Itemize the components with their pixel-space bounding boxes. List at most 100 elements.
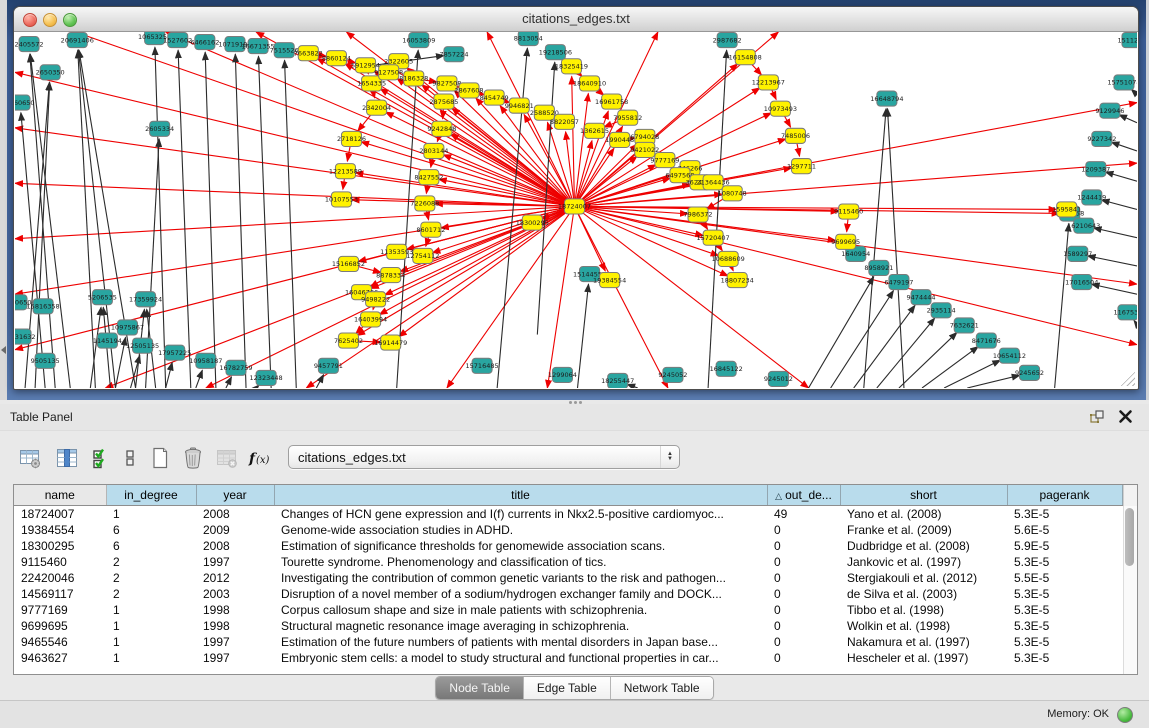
- network-view-window[interactable]: citations_edges.txt 18724007240557220691…: [13, 6, 1139, 390]
- graph-node[interactable]: 8878334: [376, 267, 405, 282]
- table-row[interactable]: 977716911998Corpus callosum shape and si…: [14, 602, 1122, 618]
- graph-edge[interactable]: [899, 332, 957, 388]
- graph-edge[interactable]: [574, 206, 1137, 344]
- row-height-button[interactable]: [116, 443, 144, 473]
- insert-column-button[interactable]: [53, 443, 81, 473]
- table-cell[interactable]: 9115460: [14, 554, 106, 570]
- graph-node[interactable]: 16053809: [402, 33, 435, 48]
- column-header-name[interactable]: name: [14, 485, 106, 506]
- table-row[interactable]: 1872400712008Changes of HCN gene express…: [14, 506, 1122, 523]
- table-cell[interactable]: 6: [106, 522, 196, 538]
- graph-node[interactable]: 1244419: [1077, 190, 1106, 205]
- graph-edge[interactable]: [206, 206, 575, 388]
- table-cell[interactable]: 1998: [196, 618, 274, 634]
- table-cell[interactable]: 0: [767, 618, 840, 634]
- table-cell[interactable]: Structural magnetic resonance image aver…: [274, 618, 767, 634]
- delete-button[interactable]: [179, 443, 207, 473]
- table-settings-button[interactable]: [16, 443, 44, 473]
- tab-network-table[interactable]: Network Table: [611, 677, 713, 699]
- table-cell[interactable]: 0: [767, 522, 840, 538]
- table-cell[interactable]: 0: [767, 570, 840, 586]
- float-panel-icon[interactable]: [1090, 410, 1105, 424]
- graph-edge[interactable]: [1134, 320, 1137, 324]
- graph-edge[interactable]: [708, 50, 727, 388]
- graph-node[interactable]: 1589297: [1063, 246, 1092, 261]
- graph-node[interactable]: 8471676: [972, 333, 1001, 348]
- graph-edge[interactable]: [877, 318, 935, 388]
- graph-edge[interactable]: [1088, 256, 1137, 266]
- table-cell[interactable]: 2009: [196, 522, 274, 538]
- table-cell[interactable]: Tourette syndrome. Phenomenology and cla…: [274, 554, 767, 570]
- graph-node[interactable]: 10107553: [325, 192, 358, 207]
- table-cell[interactable]: 1: [106, 650, 196, 666]
- graph-edge[interactable]: [831, 291, 894, 388]
- table-cell[interactable]: Tibbo et al. (1998): [840, 602, 1007, 618]
- select-columns-button[interactable]: [88, 443, 116, 473]
- tab-node-table[interactable]: Node Table: [436, 677, 524, 699]
- graph-node[interactable]: 10958187: [189, 353, 222, 368]
- graph-node[interactable]: 16845122: [710, 361, 743, 376]
- table-cell[interactable]: 1: [106, 618, 196, 634]
- graph-node[interactable]: 9245012: [764, 371, 793, 386]
- graph-node[interactable]: 7625402: [334, 333, 363, 348]
- graph-node[interactable]: 16914479: [374, 335, 407, 350]
- table-cell[interactable]: 2008: [196, 506, 274, 523]
- column-header-title[interactable]: title: [274, 485, 767, 506]
- table-cell[interactable]: Estimation of the future numbers of pati…: [274, 634, 767, 650]
- table-cell[interactable]: 22420046: [14, 570, 106, 586]
- table-cell[interactable]: 1: [106, 634, 196, 650]
- window-titlebar[interactable]: citations_edges.txt: [14, 7, 1138, 32]
- graph-node[interactable]: 7857224: [439, 47, 468, 62]
- column-header-year[interactable]: year: [196, 485, 274, 506]
- scrollbar-thumb[interactable]: [1125, 508, 1134, 566]
- graph-node[interactable]: 9129946: [1095, 103, 1124, 118]
- graph-node[interactable]: 9498222: [361, 292, 390, 307]
- graph-node[interactable]: 17016504: [1065, 275, 1098, 290]
- table-cell[interactable]: 5.5E-5: [1007, 570, 1122, 586]
- graph-node[interactable]: 8601712: [416, 222, 445, 237]
- table-cell[interactable]: 0: [767, 634, 840, 650]
- graph-node[interactable]: 1209387: [1081, 162, 1110, 177]
- table-cell[interactable]: Investigating the contribution of common…: [274, 570, 767, 586]
- graph-node[interactable]: 15751074: [1107, 75, 1137, 90]
- column-header-pagerank[interactable]: pagerank: [1007, 485, 1122, 506]
- table-cell[interactable]: Yano et al. (2008): [840, 506, 1007, 523]
- table-row[interactable]: 946554611997Estimation of the future num…: [14, 634, 1122, 650]
- table-cell[interactable]: 0: [767, 538, 840, 554]
- graph-node[interactable]: 12213589: [329, 164, 362, 179]
- graph-edge[interactable]: [361, 142, 574, 207]
- citation-graph[interactable]: 1872400724055722069140610653257152760264…: [15, 32, 1137, 388]
- graph-node[interactable]: 7632621: [950, 318, 979, 333]
- network-canvas[interactable]: 1872400724055722069140610653257152760264…: [15, 32, 1137, 388]
- graph-node[interactable]: 6466162: [190, 35, 219, 50]
- table-cell[interactable]: 2: [106, 554, 196, 570]
- table-cell[interactable]: 1997: [196, 634, 274, 650]
- column-header-out_de[interactable]: △out_de...: [767, 485, 840, 506]
- graph-edge[interactable]: [944, 360, 1000, 388]
- table-cell[interactable]: 5.9E-5: [1007, 538, 1122, 554]
- graph-node[interactable]: 16782759: [219, 360, 252, 375]
- graph-node[interactable]: 8186328: [399, 71, 428, 86]
- graph-node[interactable]: 15166852: [332, 256, 365, 271]
- graph-edge[interactable]: [178, 50, 191, 388]
- graph-edge[interactable]: [574, 206, 605, 271]
- table-cell[interactable]: 2: [106, 570, 196, 586]
- table-cell[interactable]: Disruption of a novel member of a sodium…: [274, 586, 767, 602]
- graph-edge[interactable]: [547, 206, 574, 388]
- table-cell[interactable]: Stergiakouli et al. (2012): [840, 570, 1007, 586]
- graph-edge[interactable]: [30, 54, 70, 388]
- graph-edge[interactable]: [285, 60, 297, 388]
- table-cell[interactable]: 5.6E-5: [1007, 522, 1122, 538]
- graph-node[interactable]: 8822057: [550, 114, 579, 129]
- table-cell[interactable]: 0: [767, 554, 840, 570]
- tab-edge-table[interactable]: Edge Table: [524, 677, 611, 699]
- graph-node[interactable]: 9505135: [31, 353, 60, 368]
- graph-node[interactable]: 15716485: [465, 358, 498, 373]
- table-cell[interactable]: de Silva et al. (2003): [840, 586, 1007, 602]
- graph-edge[interactable]: [205, 52, 216, 388]
- graph-node[interactable]: 5206535: [88, 290, 117, 305]
- graph-node[interactable]: 9115460: [834, 204, 863, 219]
- table-cell[interactable]: 5.3E-5: [1007, 586, 1122, 602]
- graph-node[interactable]: 20691406: [61, 33, 94, 48]
- graph-node[interactable]: 7663822: [294, 46, 323, 61]
